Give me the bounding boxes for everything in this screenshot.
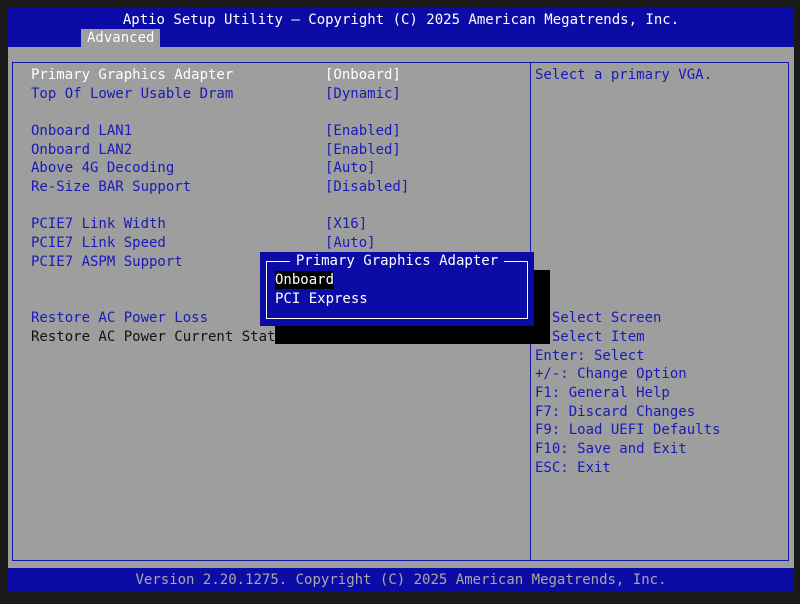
help-key-f7: F7: Discard Changes [535, 404, 696, 420]
help-key-esc: ESC: Exit [535, 460, 611, 476]
setting-onboard-lan2[interactable]: Onboard LAN2 [31, 141, 132, 159]
value-pcie7-link-width[interactable]: [X16] [325, 215, 367, 233]
popup-option-onboard[interactable]: Onboard [275, 271, 335, 289]
setting-restore-ac-power-loss[interactable]: Restore AC Power Loss [31, 309, 208, 327]
option-popup: Primary Graphics Adapter Onboard PCI Exp… [260, 252, 534, 326]
setting-pcie7-link-width[interactable]: PCIE7 Link Width [31, 215, 166, 233]
setting-onboard-lan1[interactable]: Onboard LAN1 [31, 122, 132, 140]
footer-bar: Version 2.20.1275. Copyright (C) 2025 Am… [8, 568, 794, 592]
popup-shadow-bottom [275, 326, 550, 344]
popup-option-pci-express[interactable]: PCI Express [275, 290, 368, 308]
value-onboard-lan2[interactable]: [Enabled] [325, 141, 401, 159]
help-description: Select a primary VGA. [535, 67, 713, 83]
help-key-f9: F9: Load UEFI Defaults [535, 422, 721, 438]
setting-top-of-lower-usable-dram[interactable]: Top Of Lower Usable Dram [31, 85, 233, 103]
setting-restore-ac-power-current-state: Restore AC Power Current State [31, 329, 284, 345]
setting-pcie7-link-speed[interactable]: PCIE7 Link Speed [31, 234, 166, 252]
value-above-4g-decoding[interactable]: [Auto] [325, 159, 376, 177]
tab-advanced[interactable]: Advanced [81, 29, 161, 47]
value-top-of-lower-usable-dram[interactable]: [Dynamic] [325, 85, 401, 103]
value-primary-graphics-adapter[interactable]: [Onboard] [325, 66, 401, 84]
value-resize-bar-support[interactable]: [Disabled] [325, 178, 409, 196]
setting-above-4g-decoding[interactable]: Above 4G Decoding [31, 159, 174, 177]
help-key-f1: F1: General Help [535, 385, 670, 401]
setting-resize-bar-support[interactable]: Re-Size BAR Support [31, 178, 191, 196]
value-onboard-lan1[interactable]: [Enabled] [325, 122, 401, 140]
help-key-select-screen: : Select Screen [535, 310, 662, 326]
value-pcie7-link-speed[interactable]: [Auto] [325, 234, 376, 252]
setting-primary-graphics-adapter[interactable]: Primary Graphics Adapter [31, 66, 233, 84]
help-key-select-item: : Select Item [535, 329, 645, 345]
help-key-enter: Enter: Select [535, 348, 645, 364]
title-bar: Aptio Setup Utility – Copyright (C) 2025… [8, 8, 794, 47]
setting-pcie7-aspm-support[interactable]: PCIE7 ASPM Support [31, 253, 183, 271]
help-key-change-option: +/-: Change Option [535, 366, 687, 382]
popup-title: Primary Graphics Adapter [260, 253, 534, 269]
bios-screen: Aptio Setup Utility – Copyright (C) 2025… [8, 8, 794, 592]
footer-version: Version 2.20.1275. Copyright (C) 2025 Am… [135, 572, 667, 588]
help-key-f10: F10: Save and Exit [535, 441, 687, 457]
popup-title-text: Primary Graphics Adapter [289, 253, 505, 269]
app-title: Aptio Setup Utility – Copyright (C) 2025… [122, 12, 680, 28]
